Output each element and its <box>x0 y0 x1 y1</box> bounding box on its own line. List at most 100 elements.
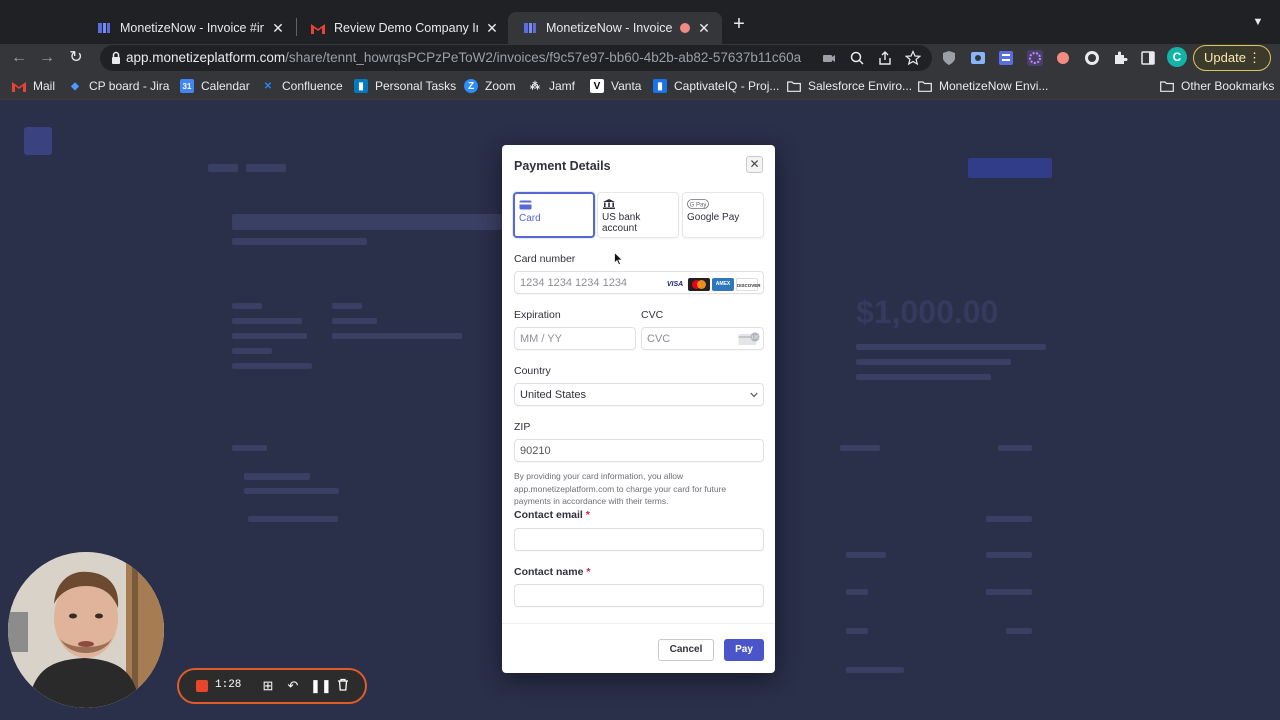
share-icon[interactable] <box>877 50 893 66</box>
bookmark-confluence[interactable]: ✕ Confluence <box>261 78 343 94</box>
bookmark-folder-salesforce[interactable]: Salesforce Enviro... <box>787 78 912 94</box>
webcam-bubble[interactable] <box>8 552 164 708</box>
update-button[interactable]: Update ⋮ <box>1193 45 1271 71</box>
bookmark-zoom[interactable]: Z Zoom <box>464 78 516 94</box>
pay-button[interactable]: Pay <box>724 639 764 661</box>
expiration-label: Expiration <box>514 309 561 321</box>
stop-recording-button[interactable] <box>196 680 208 692</box>
summary-label <box>846 589 868 595</box>
card-number-label: Card number <box>514 253 576 265</box>
url-host: app.monetizeplatform.com <box>126 50 286 65</box>
profile-avatar[interactable]: C <box>1167 47 1187 67</box>
tab-title: Review Demo Company Invoice... <box>334 21 478 35</box>
expiration-input[interactable]: MM / YY <box>514 327 636 350</box>
payment-method-card-tab[interactable]: Card <box>513 192 595 238</box>
payment-method-google-pay-tab[interactable]: G Pay Google Pay <box>682 192 764 238</box>
breadcrumb <box>208 164 238 172</box>
trash-icon[interactable] <box>335 678 351 694</box>
country-label: Country <box>514 365 551 377</box>
puzzle-extensions-icon[interactable] <box>1112 50 1128 66</box>
close-tab-icon[interactable]: ✕ <box>484 20 500 36</box>
reload-icon[interactable]: ↻ <box>66 48 86 68</box>
bookmark-personal-tasks[interactable]: ▮ Personal Tasks <box>354 78 456 94</box>
bookmark-label: Calendar <box>201 79 250 93</box>
forward-icon[interactable]: → <box>37 48 57 68</box>
bookmark-folder-monetizenow[interactable]: MonetizeNow Envi... <box>918 78 1048 94</box>
jamf-icon: ⁂ <box>530 80 540 92</box>
amount-detail <box>856 359 1011 365</box>
zoom-icon: Z <box>464 79 478 93</box>
close-modal-button[interactable]: ✕ <box>746 156 763 173</box>
cancel-button[interactable]: Cancel <box>658 639 714 661</box>
grid-icon[interactable]: ⊞ <box>260 678 276 694</box>
bookmark-label: MonetizeNow Envi... <box>939 79 1049 93</box>
lock-icon <box>112 51 120 64</box>
close-tab-icon[interactable]: ✕ <box>270 20 286 36</box>
tab-title: MonetizeNow - Invoice #in... <box>546 21 676 35</box>
table-header <box>998 445 1032 451</box>
required-marker: * <box>586 566 591 578</box>
bookmark-star-icon[interactable] <box>905 50 921 66</box>
bookmark-mail[interactable]: Mail <box>12 78 55 94</box>
detail-value <box>332 318 377 324</box>
extension-screen-icon[interactable] <box>970 50 986 66</box>
bookmark-vanta[interactable]: V Vanta <box>590 78 641 94</box>
payment-method-label: Card <box>519 213 541 224</box>
zip-input[interactable]: 90210 <box>514 439 764 462</box>
extension-loom-icon[interactable] <box>1027 50 1043 66</box>
browser-tab-active[interactable]: MonetizeNow - Invoice #in... ✕ <box>508 12 722 44</box>
side-panel-icon[interactable] <box>1140 50 1156 66</box>
browser-tab[interactable]: Review Demo Company Invoice... ✕ <box>296 12 510 44</box>
pause-icon[interactable]: ❚❚ <box>310 678 332 694</box>
address-bar[interactable]: app.monetizeplatform.com/share/tennt_how… <box>100 45 932 71</box>
chevron-down-icon[interactable]: ▼ <box>1250 16 1266 32</box>
modal-footer-divider <box>502 623 775 624</box>
amount-detail <box>856 374 991 380</box>
summary-label <box>846 552 886 558</box>
detail-label <box>232 363 312 369</box>
undo-icon[interactable]: ↶ <box>285 678 301 694</box>
captivateiq-icon: ▮ <box>653 79 667 93</box>
browser-tab[interactable]: MonetizeNow - Invoice #invce... ✕ <box>82 12 296 44</box>
close-icon: ✕ <box>749 157 760 171</box>
extension-red-icon[interactable] <box>1055 50 1071 66</box>
app-logo <box>24 127 52 155</box>
zoom-search-icon[interactable] <box>849 50 865 66</box>
camera-icon[interactable] <box>821 50 837 66</box>
folder-icon <box>1160 79 1174 93</box>
confluence-icon: ✕ <box>263 80 273 92</box>
extension-g-icon[interactable] <box>1084 50 1100 66</box>
contact-email-label-text: Contact email <box>514 509 583 521</box>
back-icon[interactable]: ← <box>9 48 29 68</box>
payment-method-bank-tab[interactable]: US bank account <box>597 192 679 238</box>
cvc-placeholder: CVC <box>647 333 671 345</box>
country-select[interactable]: United States <box>514 383 764 406</box>
bookmark-label: Confluence <box>282 79 343 93</box>
other-bookmarks[interactable]: Other Bookmarks <box>1160 78 1274 94</box>
bookmark-label: Mail <box>33 79 56 93</box>
browser-toolbar: ← → ↻ app.monetizeplatform.com/share/ten… <box>0 44 1280 72</box>
new-tab-icon[interactable]: + <box>729 14 749 34</box>
bookmark-captivateiq[interactable]: ▮ CaptivateIQ - Proj... <box>653 78 779 94</box>
payment-method-label: Google Pay <box>687 212 740 223</box>
breadcrumb <box>246 164 286 172</box>
card-number-input[interactable]: 1234 1234 1234 1234 VISA AMEX DISCOVER <box>514 271 764 294</box>
amex-icon: AMEX <box>712 278 734 291</box>
chevron-down-icon <box>750 392 758 398</box>
bookmark-label: CP board - Jira <box>89 79 170 93</box>
bank-icon <box>603 199 615 209</box>
page-subtitle <box>232 238 367 245</box>
extension-shield-icon[interactable] <box>941 50 957 66</box>
contact-email-input[interactable] <box>514 528 764 551</box>
bookmark-calendar[interactable]: 31 Calendar <box>180 78 250 94</box>
google-pay-icon: G Pay <box>687 199 709 209</box>
bookmark-jamf[interactable]: ⁂ Jamf <box>528 78 575 94</box>
bookmark-label: Salesforce Enviro... <box>808 79 913 93</box>
detail-value <box>332 303 362 309</box>
extension-grid-icon[interactable] <box>998 50 1014 66</box>
contact-name-input[interactable] <box>514 584 764 607</box>
contact-email-label: Contact email * <box>514 509 590 521</box>
bookmark-jira[interactable]: ◆ CP board - Jira <box>68 78 169 94</box>
cvc-input[interactable]: CVC 135 <box>641 327 764 350</box>
close-tab-icon[interactable]: ✕ <box>696 20 712 36</box>
